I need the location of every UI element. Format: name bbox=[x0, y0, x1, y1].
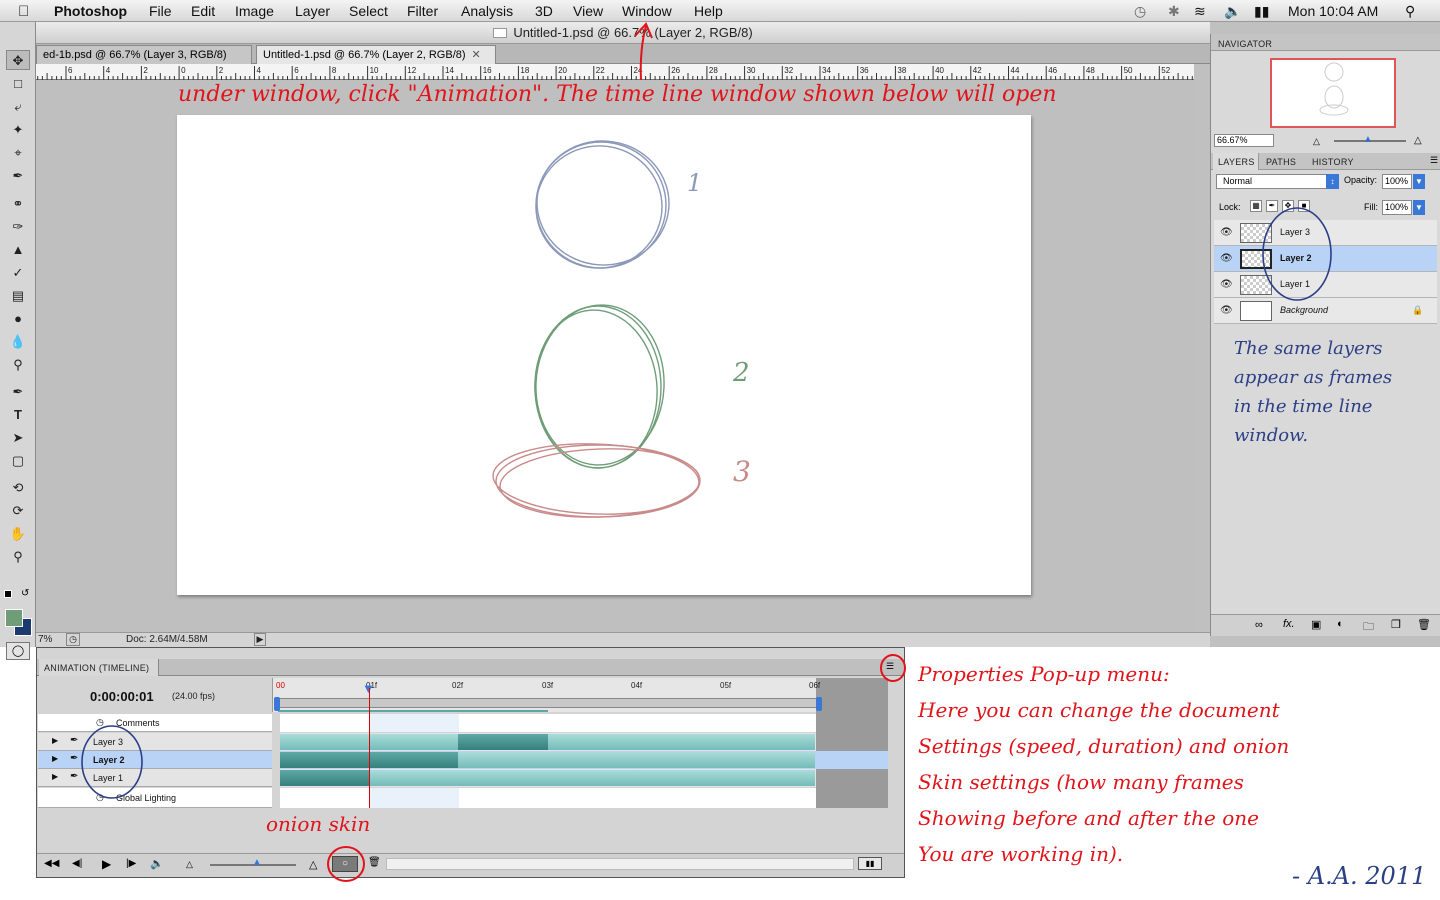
annotation-properties-note: Properties Pop-up menu: Here you can cha… bbox=[918, 656, 1289, 872]
annotation-layers-note: The same layers appear as frames in the … bbox=[1234, 334, 1392, 450]
annotation-line: Settings (speed, duration) and onion bbox=[918, 734, 1290, 758]
annotation-line: Here you can change the document bbox=[918, 698, 1280, 722]
annotation-line: Showing before and after the one bbox=[918, 806, 1259, 830]
annotation-line: window. bbox=[1234, 425, 1309, 446]
annotation-onion-note: onion skin bbox=[266, 812, 371, 836]
annotation-line: appear as frames bbox=[1234, 367, 1393, 388]
annotation-line: You are working in). bbox=[918, 842, 1124, 866]
annotation-line: Properties Pop-up menu: bbox=[918, 662, 1170, 686]
annotation-line: The same layers bbox=[1234, 338, 1383, 359]
annotation-signature: - A.A. 2011 bbox=[1292, 862, 1427, 890]
annotation-line: Skin settings (how many frames bbox=[918, 770, 1244, 794]
annotation-window-note: under window, click "Animation". The tim… bbox=[178, 82, 1057, 107]
annotation-line: in the time line bbox=[1234, 396, 1373, 417]
